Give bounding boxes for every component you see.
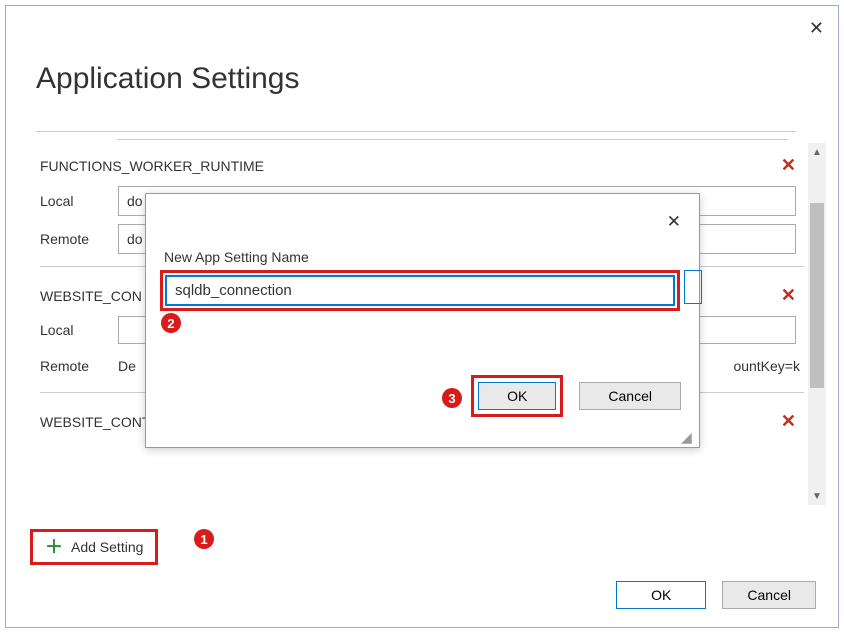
ok-button[interactable]: OK — [616, 581, 706, 609]
setting-name: FUNCTIONS_WORKER_RUNTIME — [40, 158, 264, 174]
callout-1: 1 — [194, 529, 214, 549]
page-title: Application Settings — [36, 62, 300, 96]
focus-ring-extra — [684, 270, 702, 304]
close-icon[interactable]: ✕ — [809, 18, 824, 39]
scroll-down-icon[interactable]: ▼ — [808, 487, 826, 505]
delete-icon[interactable]: ✕ — [781, 285, 796, 306]
row-label-local: Local — [40, 193, 110, 209]
ok-highlight: OK — [471, 375, 563, 417]
setting-name: WEBSITE_CON — [40, 288, 142, 304]
scrollbar[interactable]: ▲ ▼ — [808, 143, 826, 505]
resize-grip-icon[interactable]: ◢ — [681, 429, 697, 445]
scroll-up-icon[interactable]: ▲ — [808, 143, 826, 161]
cancel-button[interactable]: Cancel — [722, 581, 816, 609]
dialog-label: New App Setting Name — [164, 249, 309, 265]
divider — [117, 139, 788, 140]
remote-value-tail: ountKey=k — [733, 358, 800, 374]
add-setting-label: Add Setting — [71, 539, 143, 555]
divider — [36, 131, 796, 132]
new-setting-dialog: ✕ New App Setting Name OK Cancel ◢ — [145, 193, 700, 448]
plus-icon: ＋ — [45, 538, 63, 556]
add-setting-button[interactable]: ＋ Add Setting — [30, 529, 158, 565]
cancel-button[interactable]: Cancel — [579, 382, 681, 410]
setting-name-input[interactable] — [165, 275, 675, 306]
row-label-remote: Remote — [40, 358, 110, 374]
scrollbar-thumb[interactable] — [810, 203, 824, 388]
footer: ＋ Add Setting OK Cancel — [0, 523, 844, 633]
delete-icon[interactable]: ✕ — [781, 155, 796, 176]
delete-icon[interactable]: ✕ — [781, 411, 796, 432]
callout-3: 3 — [442, 388, 462, 408]
ok-button[interactable]: OK — [478, 382, 556, 410]
callout-2: 2 — [161, 313, 181, 333]
row-label-remote: Remote — [40, 231, 110, 247]
dialog-input-highlight — [160, 270, 680, 311]
close-icon[interactable]: ✕ — [667, 212, 681, 232]
row-label-local: Local — [40, 322, 110, 338]
